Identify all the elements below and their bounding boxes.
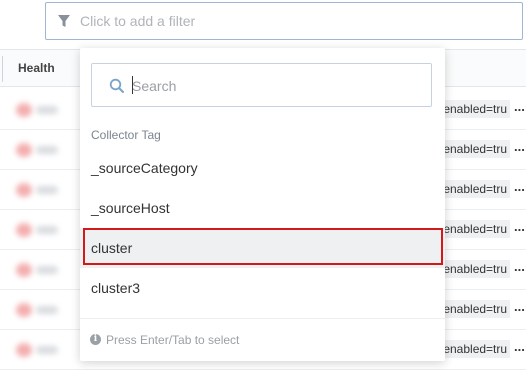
health-status-text: [36, 186, 58, 194]
health-status-icon: [16, 143, 32, 157]
text-cursor: [132, 76, 133, 94]
health-status-icon: [16, 303, 32, 317]
more-icon[interactable]: ...: [514, 299, 525, 314]
health-status-icon: [16, 263, 32, 277]
row-tag: .enabled=tru: [437, 340, 511, 358]
health-status-icon: [16, 103, 32, 117]
row-tag: .enabled=tru: [437, 260, 511, 278]
search-field[interactable]: [91, 63, 432, 107]
health-status-icon: [16, 343, 32, 357]
health-status-text: [36, 106, 58, 114]
row-tag: .enabled=tru: [437, 100, 511, 118]
option-sourcecategory[interactable]: _sourceCategory: [80, 148, 445, 188]
more-icon[interactable]: ...: [514, 259, 525, 274]
health-status-text: [36, 146, 58, 154]
footer-hint: Press Enter/Tab to select: [106, 333, 240, 347]
filter-icon: [58, 14, 72, 28]
highlight-annotation: [83, 228, 443, 265]
more-icon[interactable]: ...: [514, 139, 525, 154]
row-tag: .enabled=tru: [437, 140, 511, 158]
row-tag: .enabled=tru: [437, 300, 511, 318]
health-status-text: [36, 226, 58, 234]
column-header-health[interactable]: Health: [18, 61, 55, 75]
filter-bar[interactable]: Click to add a filter: [45, 2, 523, 40]
health-status-text: [36, 346, 58, 354]
row-tag: .enabled=tru: [437, 220, 511, 238]
filter-placeholder: Click to add a filter: [80, 13, 196, 29]
option-sourcehost[interactable]: _sourceHost: [80, 188, 445, 228]
health-status-text: [36, 266, 58, 274]
info-icon: i: [90, 334, 101, 345]
filter-dropdown: Collector Tag _sourceCategory _sourceHos…: [80, 48, 445, 361]
health-status-text: [36, 306, 58, 314]
more-icon[interactable]: ...: [514, 179, 525, 194]
more-icon[interactable]: ...: [514, 219, 525, 234]
health-status-icon: [16, 183, 32, 197]
health-status-icon: [16, 223, 32, 237]
search-input[interactable]: [132, 75, 412, 97]
option-cluster3[interactable]: cluster3: [80, 268, 445, 308]
search-icon: [109, 78, 125, 94]
dropdown-footer: i Press Enter/Tab to select: [80, 318, 445, 361]
group-label-collector-tag: Collector Tag: [91, 128, 161, 142]
more-icon[interactable]: ...: [514, 339, 525, 354]
row-tag: .enabled=tru: [437, 180, 511, 198]
column-divider: [2, 56, 3, 82]
more-icon[interactable]: ...: [514, 99, 525, 114]
